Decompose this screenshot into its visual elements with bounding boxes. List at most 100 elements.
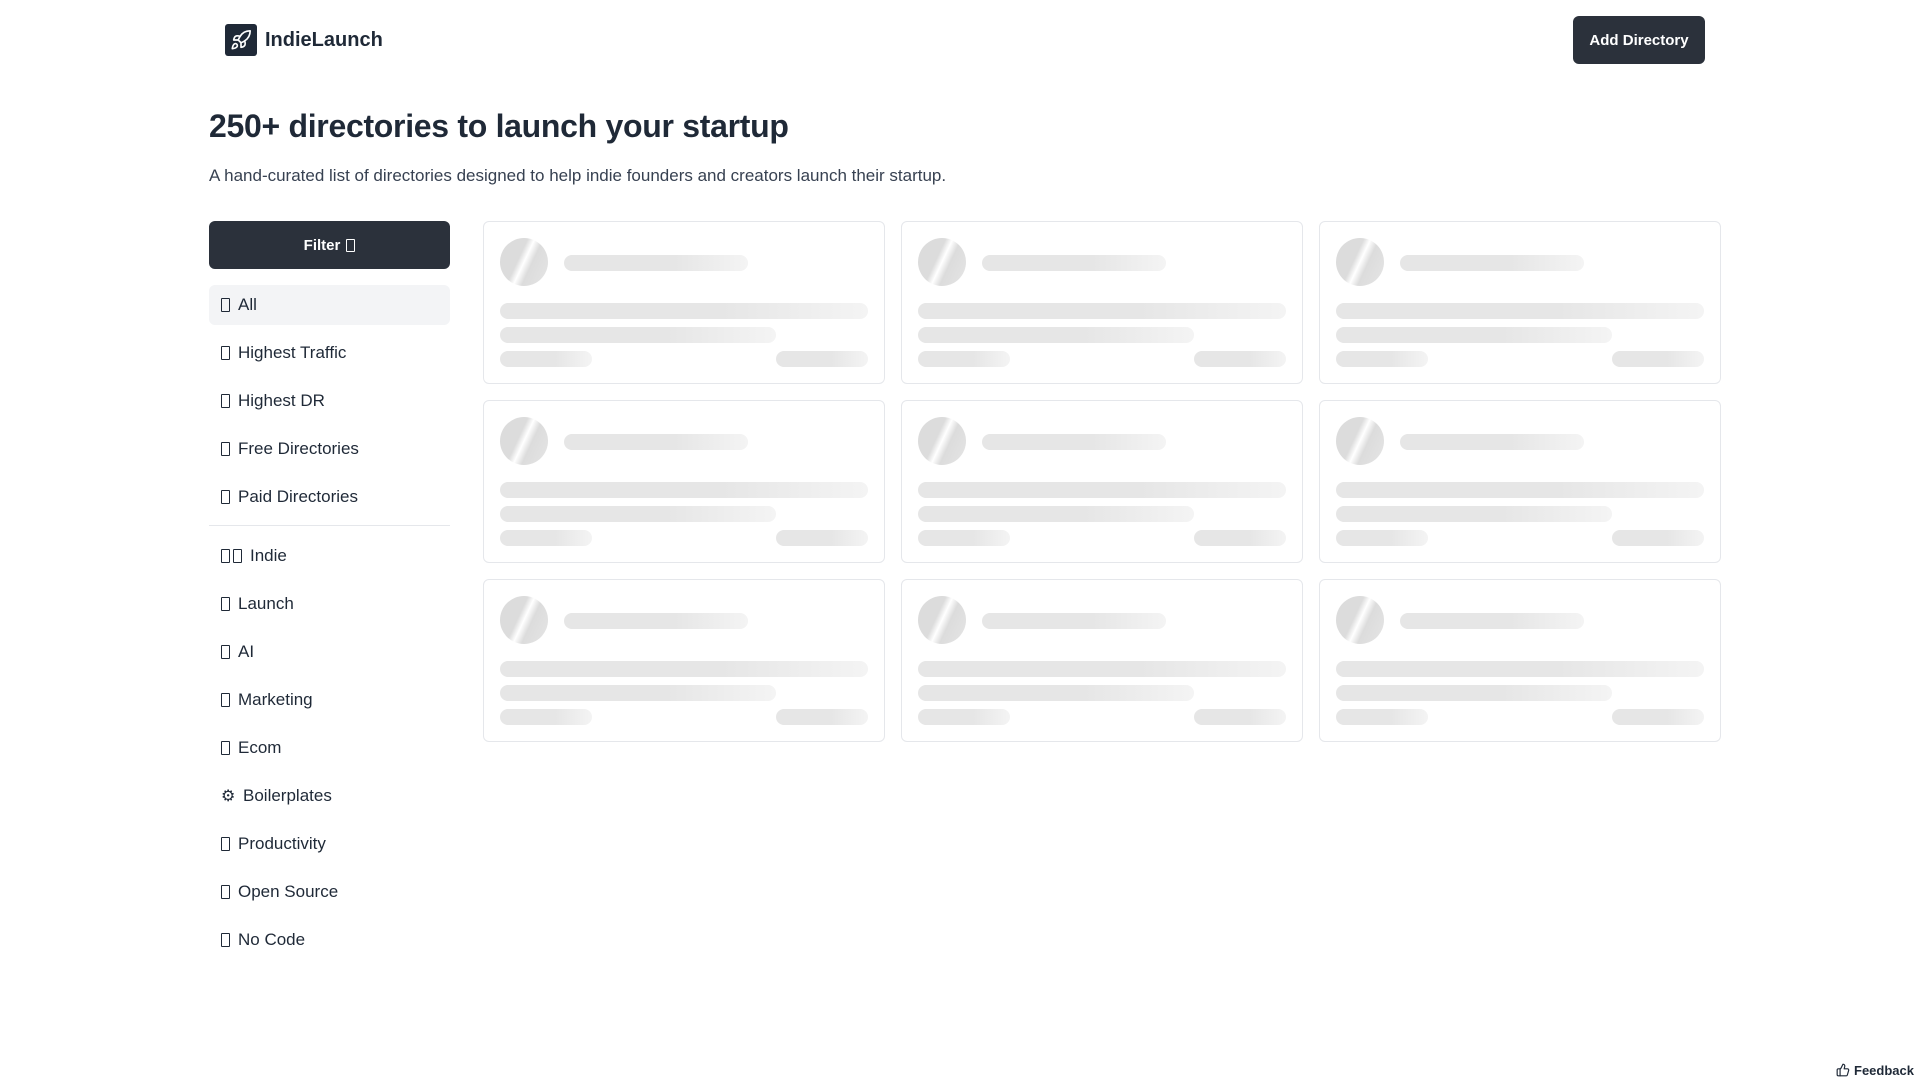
sidebar-item-no-code[interactable]: No Code (209, 920, 450, 960)
indie-icon (221, 549, 242, 563)
skeleton-footer-left (918, 530, 1010, 546)
skeleton-title (564, 255, 748, 271)
skeleton-avatar (500, 596, 548, 644)
sidebar-item-label: Open Source (238, 882, 339, 901)
sidebar-item-free-directories[interactable]: Free Directories (209, 429, 450, 469)
sidebar-item-label: Highest Traffic (238, 343, 347, 362)
skeleton-footer-right (1612, 709, 1704, 725)
skeleton-line (500, 506, 776, 522)
gear-icon: ⚙ (221, 788, 236, 805)
skeleton-card (1319, 221, 1721, 384)
skeleton-line (500, 685, 776, 701)
skeleton-avatar (500, 417, 548, 465)
skeleton-line (918, 506, 1194, 522)
skeleton-card (1319, 579, 1721, 742)
skeleton-footer-right (776, 530, 868, 546)
sidebar-divider (209, 525, 450, 526)
rating-icon (221, 394, 230, 408)
free-icon (221, 442, 230, 456)
skeleton-footer-left (918, 709, 1010, 725)
skeleton-card (901, 579, 1303, 742)
marketing-icon (221, 693, 230, 707)
skeleton-avatar (1336, 596, 1384, 644)
skeleton-avatar (918, 417, 966, 465)
sidebar-item-indie[interactable]: Indie (209, 536, 450, 576)
sidebar-item-label: AI (238, 642, 255, 661)
skeleton-line (500, 303, 868, 319)
sidebar-item-label: Productivity (238, 834, 326, 853)
feedback-button[interactable]: Feedback (1836, 1061, 1914, 1079)
skeleton-line (1336, 685, 1612, 701)
sidebar-item-label: All (238, 295, 257, 314)
sidebar-item-highest-traffic[interactable]: Highest Traffic (209, 333, 450, 373)
skeleton-line (1336, 661, 1704, 677)
page-subtitle: A hand-curated list of directories desig… (209, 166, 947, 185)
skeleton-avatar (1336, 417, 1384, 465)
brand-name: IndieLaunch (265, 28, 383, 51)
skeleton-avatar (918, 238, 966, 286)
skeleton-card (483, 221, 885, 384)
skeleton-footer-right (1194, 709, 1286, 725)
skeleton-title (1400, 255, 1584, 271)
skeleton-footer-left (1336, 709, 1428, 725)
sidebar-item-launch[interactable]: Launch (209, 584, 450, 624)
sidebar-item-label: No Code (238, 930, 306, 949)
sidebar-item-ecom[interactable]: Ecom (209, 728, 450, 768)
skeleton-line (1336, 482, 1704, 498)
sidebar-item-all[interactable]: All (209, 285, 450, 325)
brand-link[interactable]: IndieLaunch (225, 24, 383, 56)
launch-icon (221, 597, 230, 611)
skeleton-footer-right (776, 351, 868, 367)
category-list: Indie Launch AI Marketing Ecom ⚙ Boilerp… (209, 536, 450, 960)
skeleton-card (901, 400, 1303, 563)
ecom-icon (221, 741, 230, 755)
skeleton-footer-right (1612, 530, 1704, 546)
feedback-label: Feedback (1854, 1062, 1914, 1078)
filter-button[interactable]: Filter (209, 221, 450, 269)
sidebar-item-paid-directories[interactable]: Paid Directories (209, 477, 450, 517)
sidebar: Filter All Highest Traffic Highest DR Fr… (209, 221, 450, 968)
skeleton-card (1319, 400, 1721, 563)
skeleton-footer-right (1612, 351, 1704, 367)
skeleton-line (1336, 506, 1612, 522)
skeleton-footer-left (500, 530, 592, 546)
skeleton-avatar (1336, 238, 1384, 286)
skeleton-title (1400, 613, 1584, 629)
sidebar-item-label: Highest DR (238, 391, 325, 410)
sidebar-item-open-source[interactable]: Open Source (209, 872, 450, 912)
skeleton-line (1336, 303, 1704, 319)
add-directory-button[interactable]: Add Directory (1573, 16, 1705, 64)
skeleton-footer-right (776, 709, 868, 725)
skeleton-line (918, 661, 1286, 677)
skeleton-footer-left (500, 351, 592, 367)
skeleton-title (564, 613, 748, 629)
sidebar-item-label: Marketing (238, 690, 313, 709)
top-header: IndieLaunch Add Directory (0, 0, 1920, 80)
sidebar-item-ai[interactable]: AI (209, 632, 450, 672)
sidebar-item-label: Launch (238, 594, 294, 613)
skeleton-footer-left (1336, 530, 1428, 546)
sidebar-item-productivity[interactable]: Productivity (209, 824, 450, 864)
no-code-icon (221, 933, 230, 947)
sidebar-item-boilerplates[interactable]: ⚙ Boilerplates (209, 776, 450, 816)
sidebar-item-highest-dr[interactable]: Highest DR (209, 381, 450, 421)
open-source-icon (221, 885, 230, 899)
page-title: 250+ directories to launch your startup (209, 108, 789, 144)
skeleton-footer-left (500, 709, 592, 725)
skeleton-line (918, 685, 1194, 701)
skeleton-line (500, 327, 776, 343)
skeleton-footer-right (1194, 530, 1286, 546)
thumbs-up-icon (1836, 1063, 1850, 1077)
sidebar-item-marketing[interactable]: Marketing (209, 680, 450, 720)
all-icon (221, 298, 230, 312)
sidebar-item-label: Free Directories (238, 439, 359, 458)
skeleton-line (1336, 327, 1612, 343)
skeleton-footer-right (1194, 351, 1286, 367)
sidebar-item-label: Indie (250, 546, 287, 565)
productivity-icon (221, 837, 230, 851)
traffic-icon (221, 346, 230, 360)
skeleton-title (982, 434, 1166, 450)
sidebar-item-label: Paid Directories (238, 487, 358, 506)
skeleton-title (982, 255, 1166, 271)
sidebar-item-label: Ecom (238, 738, 282, 757)
